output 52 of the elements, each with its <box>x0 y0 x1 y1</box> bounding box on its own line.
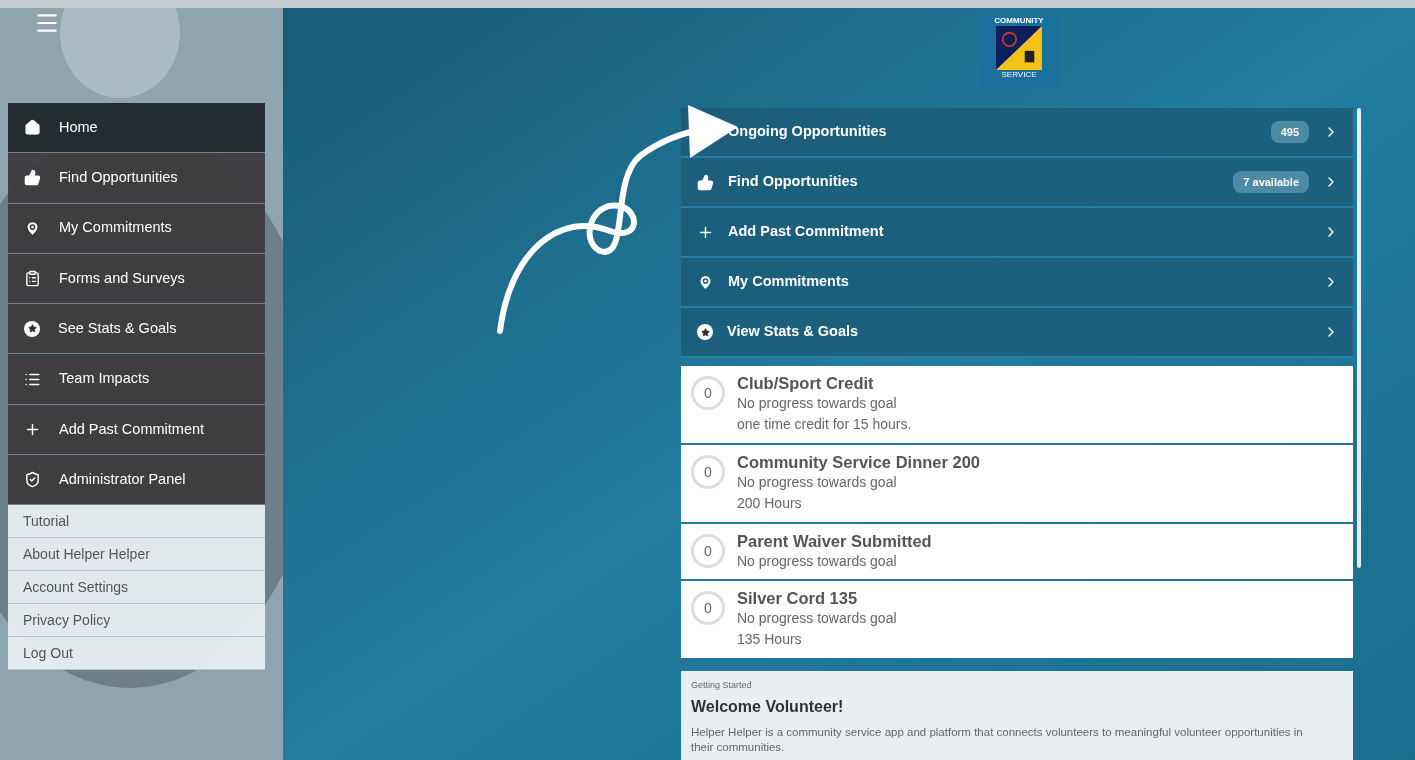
goal-title: Club/Sport Credit <box>737 374 875 393</box>
menu-item[interactable]: My Commitments <box>681 258 1353 308</box>
goal-title: Parent Waiver Submitted <box>737 532 932 551</box>
sidebar-link[interactable]: Account Settings <box>8 571 265 605</box>
scrollbar[interactable] <box>1357 108 1361 568</box>
welcome-eyebrow: Getting Started <box>691 679 753 692</box>
goal-count: 0 <box>703 598 713 618</box>
count-badge: 7 available <box>1233 170 1309 194</box>
sidebar-link[interactable]: Tutorial <box>8 505 265 539</box>
goal-card[interactable]: 0 Club/Sport Credit No progress towards goal one time credit for 15 hours. <box>681 366 1353 443</box>
goal-card[interactable]: 0 Silver Cord 135 No progress towards goal 135 Hours <box>681 581 1353 658</box>
goal-note: 200 Hours <box>737 494 803 513</box>
goal-title: Community Service Dinner 200 <box>737 453 980 472</box>
welcome-text: Helper Helper is a community service app and platform that connects volunteers to meaningful volunteer opportunities in their communities. <box>691 724 1304 755</box>
count-badge: 495 <box>1270 120 1309 144</box>
goal-status-text: No progress towards goal <box>737 473 898 492</box>
thumbs-up-icon <box>697 173 714 191</box>
welcome-title: Welcome Volunteer! <box>691 696 845 717</box>
sidebar-link[interactable]: Privacy Policy <box>8 604 265 638</box>
sidebar-item[interactable]: Home <box>8 103 265 154</box>
sidebar-item[interactable]: Administrator Panel <box>8 455 265 506</box>
sidebar-item[interactable]: Find Opportunities <box>8 153 265 204</box>
goal-status-text: No progress towards goal <box>737 394 898 413</box>
menu-item[interactable]: Add Past Commitment <box>681 208 1353 258</box>
goal-title: Silver Cord 135 <box>737 589 859 608</box>
sidebar-item[interactable]: Forms and Surveys <box>8 253 265 305</box>
sidebar-item[interactable]: Team Impacts <box>8 354 265 405</box>
goal-count: 0 <box>703 541 713 561</box>
thumbs-up-icon <box>24 169 41 187</box>
goal-status-text: No progress towards goal <box>737 609 897 628</box>
logo-text: COMMUNITY <box>994 16 1044 26</box>
goal-count: 0 <box>703 462 713 482</box>
sidebar-link[interactable]: About Helper Helper <box>8 538 265 572</box>
sidebar-link[interactable]: Log Out <box>8 637 265 671</box>
clipboard-icon <box>24 270 41 288</box>
shield-check-icon <box>24 471 41 489</box>
goal-note: 135 Hours <box>737 630 803 649</box>
goal-note: one time credit for 15 hours. <box>737 415 912 434</box>
logo-text: SERVICE <box>1001 70 1037 80</box>
menu-item[interactable]: Find Opportunities 7 available <box>681 158 1353 208</box>
menu-item[interactable]: View Stats & Goals <box>681 308 1353 358</box>
location-pin-icon <box>24 219 41 237</box>
goal-count: 0 <box>703 383 713 403</box>
goal-card[interactable]: 0 Parent Waiver Submitted No progress towards goal <box>681 524 1353 579</box>
sidebar-item[interactable]: My Commitments <box>8 203 265 254</box>
goal-card[interactable]: 0 Community Service Dinner 200 No progress towards goal 200 Hours <box>681 445 1353 522</box>
sidebar-item[interactable]: See Stats & Goals <box>8 304 265 355</box>
sidebar-item[interactable]: Add Past Commitment <box>8 404 265 456</box>
logo-emblem-icon <box>995 26 1043 70</box>
home-icon <box>24 119 41 137</box>
location-pin-icon <box>697 273 714 291</box>
goal-status-text: No progress towards goal <box>737 552 898 571</box>
